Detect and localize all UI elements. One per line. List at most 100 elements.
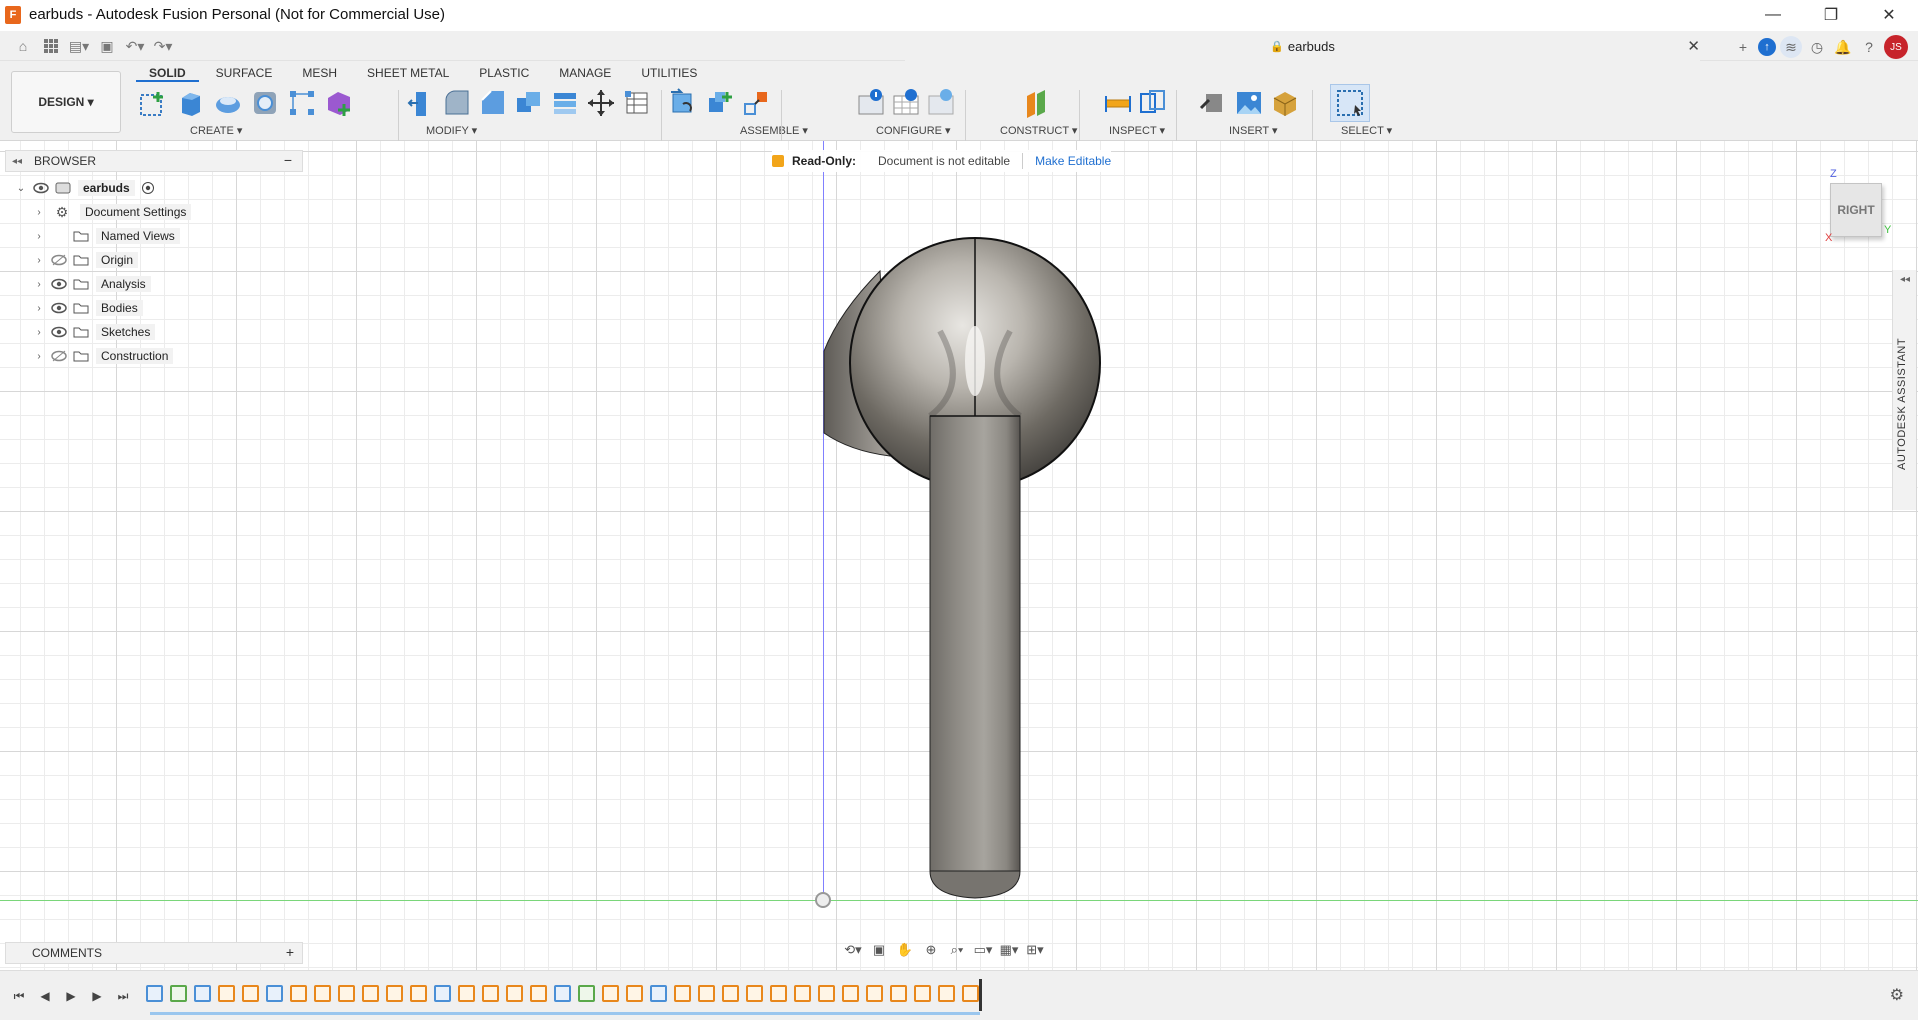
interference-icon[interactable] <box>1136 86 1170 120</box>
group-construct[interactable]: CONSTRUCT ▾ <box>1000 124 1077 137</box>
group-modify[interactable]: MODIFY ▾ <box>426 124 477 137</box>
play-icon[interactable]: ▶ <box>62 987 80 1005</box>
offset-face-icon[interactable] <box>548 86 582 120</box>
viewports-icon[interactable]: ⊞▾ <box>1025 941 1045 959</box>
tree-item-analysis[interactable]: › Analysis <box>33 274 151 294</box>
workspace-switcher-button[interactable]: DESIGN ▾ <box>11 71 121 133</box>
timeline-feature-sketch[interactable] <box>194 985 211 1002</box>
undo-icon[interactable]: ↶▾ <box>124 36 146 56</box>
timeline-marker[interactable] <box>979 979 982 1011</box>
new-component-icon[interactable] <box>667 86 701 120</box>
chevron-right-icon[interactable]: › <box>33 279 45 290</box>
timeline-feature[interactable] <box>818 985 835 1002</box>
tab-surface[interactable]: SURFACE <box>203 64 286 82</box>
canvas-viewport[interactable]: ◂◂ BROWSER − ⌄ earbuds › ⚙ Document Sett… <box>0 141 1918 970</box>
extrude-icon[interactable] <box>174 86 208 120</box>
canvas-image-icon[interactable] <box>1232 86 1266 120</box>
timeline-feature[interactable] <box>602 985 619 1002</box>
save-icon[interactable]: ▣ <box>96 36 118 56</box>
chevron-right-icon[interactable]: › <box>33 255 45 266</box>
chevron-right-icon[interactable]: › <box>33 303 45 314</box>
timeline-feature[interactable] <box>842 985 859 1002</box>
tree-item-bodies[interactable]: › Bodies <box>33 298 143 318</box>
step-forward-icon[interactable]: ▶ <box>88 987 106 1005</box>
configure-rule-icon[interactable] <box>889 86 923 120</box>
activate-target-icon[interactable] <box>141 181 155 195</box>
as-built-joint-icon[interactable] <box>739 86 773 120</box>
timeline-feature-sketch[interactable] <box>146 985 163 1002</box>
expand-assistant-icon[interactable]: ◂◂ <box>1900 274 1910 285</box>
tab-solid[interactable]: SOLID <box>136 64 199 82</box>
fillet-icon[interactable] <box>440 86 474 120</box>
timeline-feature-sketch[interactable] <box>554 985 571 1002</box>
look-at-icon[interactable]: ▣ <box>869 941 889 959</box>
timeline-feature[interactable] <box>410 985 427 1002</box>
timeline-feature[interactable] <box>314 985 331 1002</box>
timeline-feature[interactable] <box>530 985 547 1002</box>
timeline-feature[interactable] <box>242 985 259 1002</box>
chevron-right-icon[interactable]: › <box>33 327 45 338</box>
timeline-feature-sketch[interactable] <box>266 985 283 1002</box>
make-editable-link[interactable]: Make Editable <box>1035 154 1111 168</box>
timeline-feature[interactable] <box>218 985 235 1002</box>
eye-hidden-icon[interactable] <box>51 350 67 362</box>
timeline-feature[interactable] <box>506 985 523 1002</box>
document-tab[interactable]: 🔒 earbuds <box>905 31 1700 61</box>
group-assemble[interactable]: ASSEMBLE ▾ <box>740 124 808 137</box>
new-tab-icon[interactable]: + <box>1732 36 1754 58</box>
timeline-feature[interactable] <box>962 985 979 1002</box>
chevron-right-icon[interactable]: › <box>33 207 45 218</box>
timeline-feature-sketch[interactable] <box>434 985 451 1002</box>
move-copy-icon[interactable] <box>584 86 618 120</box>
configure-theme-icon[interactable] <box>924 86 958 120</box>
shell-icon[interactable] <box>248 86 282 120</box>
revolve-icon[interactable] <box>211 86 245 120</box>
data-panel-grid-icon[interactable] <box>40 36 62 56</box>
create-form-icon[interactable] <box>322 86 356 120</box>
eye-icon[interactable] <box>33 182 49 194</box>
timeline-feature[interactable] <box>386 985 403 1002</box>
timeline-feature[interactable] <box>914 985 931 1002</box>
tab-utilities[interactable]: UTILITIES <box>628 64 710 82</box>
insert-mcmaster-icon[interactable] <box>1268 86 1302 120</box>
timeline-feature[interactable] <box>938 985 955 1002</box>
eye-hidden-icon[interactable] <box>51 254 67 266</box>
help-icon[interactable]: ? <box>1858 36 1880 58</box>
timeline-feature[interactable] <box>698 985 715 1002</box>
go-to-end-icon[interactable]: ⏭ <box>114 987 132 1005</box>
step-back-icon[interactable]: ◀ <box>36 987 54 1005</box>
view-cube[interactable]: RIGHT <box>1830 183 1882 237</box>
press-pull-icon[interactable] <box>404 86 438 120</box>
tab-sheet-metal[interactable]: SHEET METAL <box>354 64 462 82</box>
timeline-feature[interactable] <box>890 985 907 1002</box>
group-configure[interactable]: CONFIGURE ▾ <box>876 124 951 137</box>
restore-button[interactable]: ❐ <box>1802 0 1860 29</box>
timeline-feature[interactable] <box>674 985 691 1002</box>
eye-icon[interactable] <box>51 326 67 338</box>
rectangular-pattern-icon[interactable] <box>285 86 319 120</box>
group-inspect[interactable]: INSPECT ▾ <box>1109 124 1165 137</box>
earbud-model[interactable] <box>820 211 1110 911</box>
tree-item-sketches[interactable]: › Sketches <box>33 322 156 342</box>
comments-panel[interactable]: COMMENTS + <box>5 942 303 964</box>
group-create[interactable]: CREATE ▾ <box>190 124 242 137</box>
chamfer-icon[interactable] <box>476 86 510 120</box>
timeline-settings-gear-icon[interactable]: ⚙ <box>1890 985 1904 1005</box>
tab-mesh[interactable]: MESH <box>289 64 350 82</box>
file-menu-icon[interactable]: ▤▾ <box>68 36 90 56</box>
tree-item-construction[interactable]: › Construction <box>33 346 174 366</box>
configure-table-icon[interactable] <box>854 86 888 120</box>
collapse-panel-icon[interactable]: ◂◂ <box>12 156 22 167</box>
tree-item-origin[interactable]: › Origin <box>33 250 139 270</box>
orbit-icon[interactable]: ⟲▾ <box>843 941 863 959</box>
notifications-bell-icon[interactable]: 🔔 <box>1832 36 1854 58</box>
add-comment-button[interactable]: + <box>286 944 294 960</box>
tab-plastic[interactable]: PLASTIC <box>466 64 542 82</box>
timeline-feature[interactable] <box>338 985 355 1002</box>
home-icon[interactable]: ⌂ <box>12 36 34 56</box>
timeline-feature[interactable] <box>866 985 883 1002</box>
change-parameters-icon[interactable] <box>620 86 654 120</box>
timeline-feature-plane[interactable] <box>170 985 187 1002</box>
extensions-icon[interactable]: ↑ <box>1758 38 1776 56</box>
chevron-down-icon[interactable]: ⌄ <box>15 183 27 194</box>
